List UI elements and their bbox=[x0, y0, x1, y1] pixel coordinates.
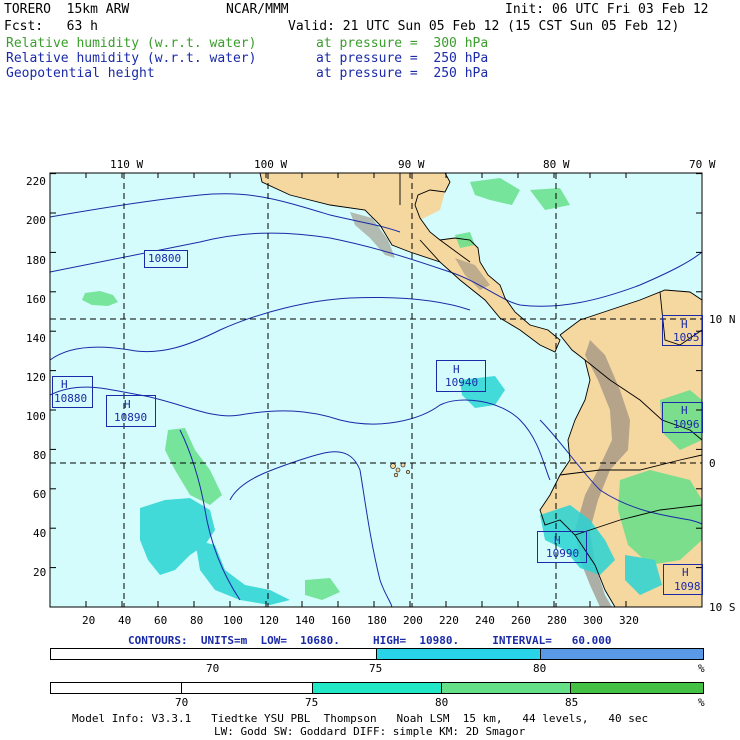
cbar2-seg-lightgreen bbox=[442, 683, 571, 693]
y-tick: 40 bbox=[33, 527, 47, 540]
model-info: Model Info: V3.3.1 Tiedtke YSU PBL Thomp… bbox=[72, 712, 649, 725]
high-value: 10890 bbox=[114, 411, 148, 424]
lat-label-10s: 10 S bbox=[709, 601, 736, 614]
y-tick: 160 bbox=[26, 293, 46, 306]
contour-label-box: 10800 bbox=[144, 250, 188, 268]
contours-info: CONTOURS: UNITS=m LOW= 10680. HIGH= 1098… bbox=[128, 634, 612, 647]
cbar2-label: 80 bbox=[435, 696, 449, 709]
cbar2-label: 75 bbox=[305, 696, 319, 709]
high-box: H 10990 bbox=[537, 531, 587, 563]
cbar2-label: 85 bbox=[565, 696, 579, 709]
x-tick: 200 bbox=[403, 614, 423, 627]
y-tick: 200 bbox=[26, 214, 46, 227]
cbar2-seg-green bbox=[571, 683, 703, 693]
lat-label-0: 0 bbox=[709, 457, 716, 470]
x-tick: 260 bbox=[511, 614, 531, 627]
cbar2-seg-white-1 bbox=[51, 683, 182, 693]
lon-label-110w: 110 W bbox=[110, 158, 144, 171]
physics-info: LW: Godd SW: Goddard DIFF: simple KM: 2D… bbox=[214, 725, 526, 738]
x-tick: 160 bbox=[331, 614, 351, 627]
lon-label-90w: 90 W bbox=[398, 158, 425, 171]
y-tick: 80 bbox=[33, 449, 47, 462]
x-tick: 20 bbox=[82, 614, 96, 627]
high-value: 1095 bbox=[673, 331, 700, 344]
x-tick: 180 bbox=[367, 614, 387, 627]
high-box: H 1096 bbox=[662, 402, 703, 433]
high-marker: H bbox=[554, 534, 561, 547]
cbar2-seg-turquoise bbox=[313, 683, 442, 693]
high-box: H 1095 bbox=[662, 315, 703, 346]
lon-label-70w: 70 W bbox=[689, 158, 716, 171]
cbar1-label: % bbox=[698, 662, 705, 675]
y-tick: 140 bbox=[26, 332, 46, 345]
cbar1-seg-cyan bbox=[377, 649, 541, 659]
x-tick: 120 bbox=[259, 614, 279, 627]
high-box: H 10890 bbox=[106, 395, 156, 427]
y-tick: 120 bbox=[26, 371, 46, 384]
weather-map bbox=[49, 172, 703, 608]
cbar2-label: % bbox=[698, 696, 705, 709]
cbar2-seg-white-2 bbox=[182, 683, 313, 693]
high-marker: H bbox=[61, 378, 68, 391]
y-tick: 220 bbox=[26, 175, 46, 188]
lat-label-10n: 10 N bbox=[709, 313, 736, 326]
cbar1-label: 80 bbox=[533, 662, 547, 675]
high-marker: H bbox=[453, 363, 460, 376]
x-tick: 40 bbox=[118, 614, 132, 627]
high-marker: H bbox=[124, 398, 131, 411]
high-value: 1098 bbox=[674, 580, 701, 593]
x-tick: 240 bbox=[475, 614, 495, 627]
x-tick: 220 bbox=[439, 614, 459, 627]
x-tick: 80 bbox=[190, 614, 204, 627]
colorbar-300hpa bbox=[50, 682, 704, 694]
y-tick: 60 bbox=[33, 488, 47, 501]
y-tick: 20 bbox=[33, 566, 47, 579]
high-marker: H bbox=[681, 404, 688, 417]
high-value: 1096 bbox=[673, 418, 700, 431]
cbar1-seg-blue bbox=[541, 649, 703, 659]
high-value: 10880 bbox=[54, 392, 88, 405]
colorbar-250hpa bbox=[50, 648, 704, 660]
cbar1-seg-white bbox=[51, 649, 377, 659]
cbar2-label: 70 bbox=[175, 696, 189, 709]
x-tick: 100 bbox=[223, 614, 243, 627]
high-value: 10940 bbox=[445, 376, 479, 389]
x-tick: 280 bbox=[547, 614, 567, 627]
high-box: H 1098 bbox=[663, 564, 703, 595]
high-value: 10990 bbox=[546, 547, 580, 560]
y-tick: 180 bbox=[26, 254, 46, 267]
high-box: H 10940 bbox=[436, 360, 486, 392]
lon-label-100w: 100 W bbox=[254, 158, 288, 171]
x-tick: 60 bbox=[154, 614, 168, 627]
x-tick: 300 bbox=[583, 614, 603, 627]
cbar1-label: 70 bbox=[206, 662, 220, 675]
lon-label-80w: 80 W bbox=[543, 158, 570, 171]
high-box: H 10880 bbox=[52, 376, 93, 408]
high-marker: H bbox=[681, 318, 688, 331]
x-tick: 320 bbox=[619, 614, 639, 627]
cbar1-label: 75 bbox=[369, 662, 383, 675]
x-tick: 140 bbox=[295, 614, 315, 627]
contour-label: 10800 bbox=[148, 252, 182, 265]
high-marker: H bbox=[682, 566, 689, 579]
y-tick: 100 bbox=[26, 410, 46, 423]
